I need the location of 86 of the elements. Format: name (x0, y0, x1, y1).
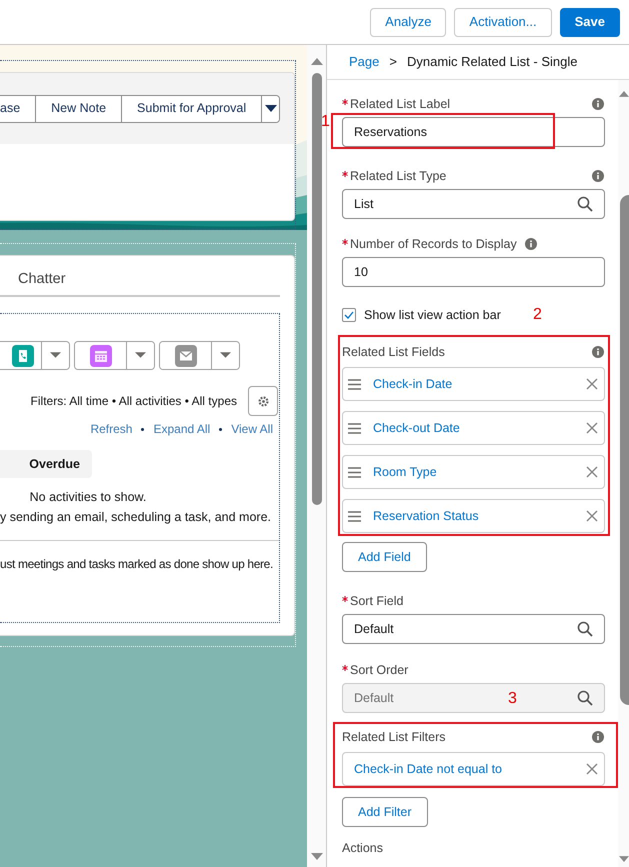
bullet-separator (141, 428, 144, 430)
field-value: List (354, 196, 374, 213)
list-item[interactable]: Check-in Date not equal to (342, 752, 605, 786)
annotation-number: 3 (508, 691, 517, 707)
scrollbar[interactable] (618, 80, 629, 867)
filters-text: Filters: All time • All activities • All types (30, 393, 237, 410)
drag-handle-icon[interactable] (348, 422, 361, 434)
toolbar-button[interactable]: Analyze (370, 8, 446, 36)
add-button[interactable]: Add Field (342, 542, 427, 572)
item-label: Reservation Status (373, 508, 480, 525)
empty-message: No activities to show. (28, 489, 148, 506)
scrollbar-thumb[interactable] (312, 73, 322, 505)
field-label: Related List Type (350, 168, 446, 185)
drag-handle-icon[interactable] (348, 378, 361, 390)
past-activity-hint: ust meetings and tasks marked as done show up here. (0, 556, 273, 572)
breadcrumb-link[interactable]: Page (349, 52, 380, 72)
dropdown-button[interactable] (126, 342, 154, 369)
bullet-separator (219, 428, 222, 430)
field-value: Default (354, 620, 394, 638)
caret-icon (220, 352, 231, 359)
settings-button[interactable] (248, 386, 278, 416)
caret-icon (264, 104, 277, 112)
field-label: Related List Filters (342, 728, 446, 746)
item-label: Check-out Date (373, 420, 461, 437)
section-heading: Actions (342, 841, 383, 856)
add-button[interactable]: Add Filter (342, 797, 428, 827)
scroll-down-icon[interactable] (619, 856, 629, 863)
search-icon (577, 621, 593, 637)
close-icon[interactable] (586, 422, 598, 434)
empty-hint: y sending an email, scheduling a task, and more. (0, 508, 272, 526)
section-header[interactable]: Overdue (0, 450, 92, 478)
lookup-field[interactable]: Default (342, 614, 605, 644)
close-icon[interactable] (586, 510, 598, 522)
item-label: Room Type (373, 464, 438, 481)
caret-icon (50, 352, 61, 359)
checkbox[interactable] (342, 308, 356, 322)
link[interactable]: Expand All (153, 420, 210, 438)
drag-handle-icon[interactable] (348, 466, 361, 478)
close-icon[interactable] (586, 378, 598, 390)
annotation-number: 1 (321, 114, 330, 130)
scrollbar-thumb[interactable] (620, 195, 629, 705)
search-icon (577, 196, 593, 212)
field-value: Reservations (354, 124, 427, 141)
checkbox-label: Show list view action bar (364, 306, 501, 324)
scroll-up-icon[interactable] (619, 90, 629, 97)
close-icon[interactable] (586, 763, 598, 775)
more-actions-button[interactable] (261, 96, 279, 122)
info-icon[interactable] (592, 98, 604, 110)
list-item[interactable]: Reservation Status (342, 499, 605, 533)
annotation-number: 2 (533, 307, 542, 323)
field-label: Sort Field (350, 592, 404, 610)
save-button[interactable]: Save (560, 8, 620, 36)
info-icon[interactable] (592, 170, 604, 182)
lookup-field[interactable]: List (342, 189, 605, 219)
link[interactable]: View All (231, 420, 273, 438)
info-icon[interactable] (592, 731, 604, 743)
list-item[interactable]: Check-in Date (342, 367, 605, 401)
settings-icon (256, 394, 270, 408)
list-item[interactable]: Room Type (342, 455, 605, 489)
field-label: Related List Label (350, 96, 450, 113)
field-label: Number of Records to Display (350, 236, 517, 253)
close-icon[interactable] (586, 466, 598, 478)
scroll-down-icon[interactable] (310, 853, 322, 861)
input-field[interactable]: 10 (342, 257, 605, 287)
item-label: Check-in Date not equal to (354, 760, 504, 778)
input-field[interactable]: Reservations (342, 117, 605, 147)
dropdown-button[interactable] (211, 342, 239, 369)
info-icon[interactable] (524, 238, 537, 250)
breadcrumb-current: Dynamic Related List - Single (406, 53, 578, 72)
field-value: Default (354, 690, 394, 707)
link[interactable]: Refresh (90, 420, 132, 438)
breadcrumb-separator: > (389, 53, 397, 72)
caret-icon (135, 352, 146, 359)
checkmark-icon (344, 311, 354, 319)
dropdown-button[interactable] (41, 342, 69, 369)
field-value: 10 (354, 264, 368, 281)
info-icon[interactable] (592, 346, 604, 358)
tab[interactable]: Chatter (18, 264, 66, 295)
list-item[interactable]: Check-out Date (342, 411, 605, 445)
scroll-up-icon[interactable] (310, 57, 322, 65)
field-label: Sort Order (350, 662, 408, 679)
drag-handle-icon[interactable] (348, 510, 361, 522)
item-label: Check-in Date (373, 376, 454, 393)
search-icon (577, 690, 593, 706)
toolbar-button[interactable]: Activation... (454, 8, 552, 36)
field-label: Related List Fields (342, 344, 445, 361)
